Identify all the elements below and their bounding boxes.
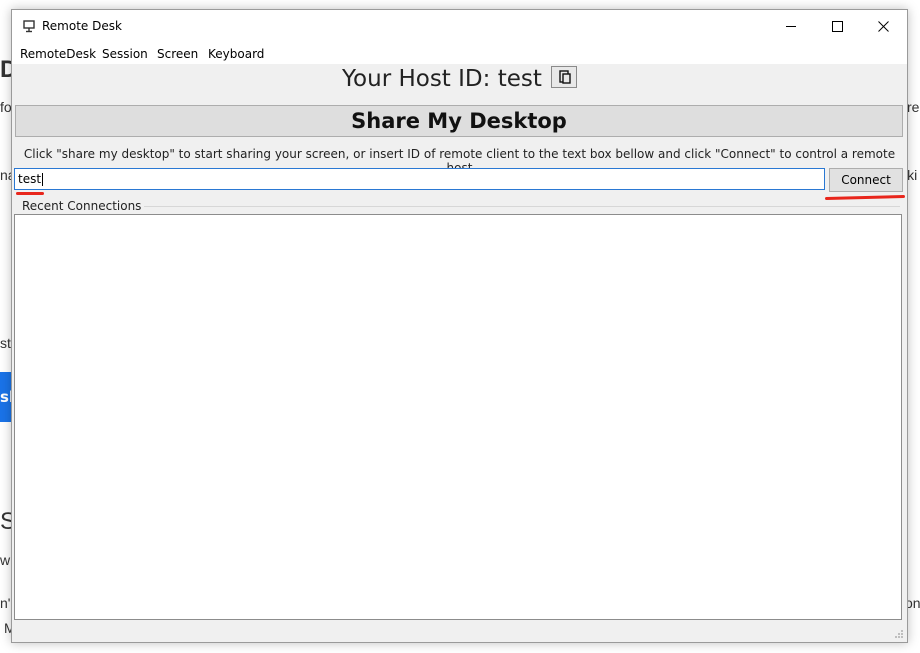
- bg-fragment-3: re: [907, 99, 920, 115]
- bg-fragment-2: fo: [0, 99, 12, 115]
- close-icon: [877, 20, 889, 32]
- host-id-label: Your Host ID: test: [342, 66, 542, 92]
- connect-button[interactable]: Connect: [829, 168, 903, 192]
- menu-screen[interactable]: Screen: [157, 47, 198, 61]
- menu-remotedesk[interactable]: RemoteDesk: [20, 47, 96, 61]
- share-my-desktop-button[interactable]: Share My Desktop: [15, 105, 903, 137]
- remote-id-value: test: [18, 172, 42, 186]
- maximize-icon: [831, 20, 843, 32]
- menu-session[interactable]: Session: [102, 47, 148, 61]
- minimize-icon: [785, 25, 796, 27]
- copy-icon: [559, 70, 571, 84]
- annotation-underline-connect: [824, 194, 906, 201]
- status-bar: [12, 620, 907, 642]
- remote-id-input[interactable]: test: [14, 168, 825, 190]
- close-button[interactable]: [860, 10, 906, 42]
- recent-connections-list[interactable]: [14, 214, 902, 620]
- window-title: Remote Desk: [42, 19, 122, 33]
- bg-fragment-6: st: [0, 335, 11, 351]
- menu-bar: RemoteDesk Session Screen Keyboard: [12, 42, 907, 64]
- bg-fragment-9: w: [0, 552, 11, 568]
- minimize-button[interactable]: [768, 10, 814, 42]
- menu-keyboard[interactable]: Keyboard: [208, 47, 264, 61]
- resize-grip-icon[interactable]: [894, 629, 904, 639]
- title-bar[interactable]: Remote Desk: [12, 10, 907, 42]
- annotation-underline-input: [16, 192, 44, 195]
- recent-group-separator: [132, 206, 900, 207]
- monitor-icon: [23, 20, 35, 33]
- text-caret: [42, 173, 44, 186]
- bg-fragment-10: n': [0, 595, 11, 611]
- maximize-button[interactable]: [814, 10, 860, 42]
- copy-host-id-button[interactable]: [550, 66, 577, 88]
- host-id-row: Your Host ID: test: [12, 66, 907, 100]
- app-window: Remote Desk RemoteDesk Session Screen Ke…: [11, 9, 908, 643]
- recent-connections-label: Recent Connections: [22, 199, 145, 213]
